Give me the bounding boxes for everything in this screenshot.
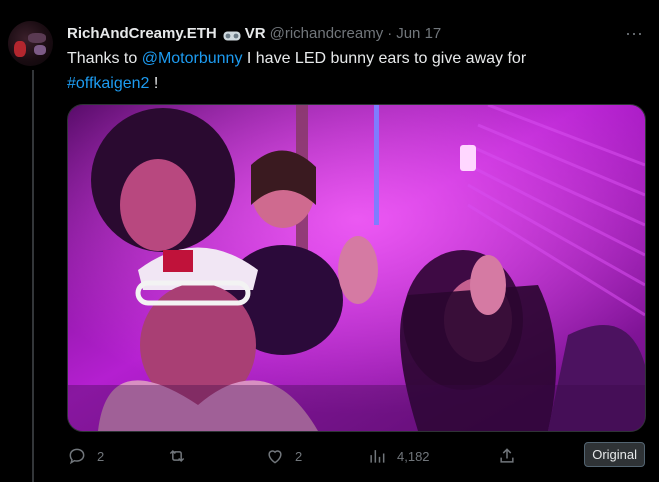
separator-dot: · <box>387 24 393 42</box>
avatar[interactable] <box>8 21 53 66</box>
views-icon <box>370 450 385 463</box>
reply-button[interactable]: 2 <box>67 441 104 471</box>
display-name[interactable]: RichAndCreamy.ETH <box>67 25 217 42</box>
like-count: 2 <box>295 448 303 464</box>
reply-icon <box>69 448 85 465</box>
avatar-shape <box>14 41 26 57</box>
tweet-text-prefix: Thanks to <box>67 50 142 67</box>
tweet-text-suffix: ! <box>149 75 159 92</box>
vr-goggles-icon <box>223 28 241 41</box>
like-icon <box>268 450 282 464</box>
tweet-photo[interactable] <box>67 104 646 432</box>
share-icon <box>500 448 514 463</box>
avatar-shape <box>34 45 46 55</box>
tweet-header: RichAndCreamy.ETH VR @richandcreamy · Ju… <box>67 22 647 44</box>
views-button[interactable]: 4,182 <box>367 441 430 471</box>
tweet-text-middle: I have LED bunny ears to give away for <box>242 50 527 67</box>
thread-line <box>32 70 34 482</box>
repost-icon <box>169 449 185 463</box>
repost-button[interactable] <box>167 441 197 471</box>
more-icon[interactable]: ··· <box>623 22 645 44</box>
photo-illustration <box>68 105 645 431</box>
view-count: 4,182 <box>397 448 430 464</box>
tweet-actions: 2 2 4,182 <box>67 441 644 471</box>
original-badge[interactable]: Original <box>584 442 645 467</box>
vr-label: VR <box>244 24 266 42</box>
tweet-date[interactable]: Jun 17 <box>396 25 441 42</box>
avatar-shape <box>28 33 46 43</box>
tweet-text: Thanks to @Motorbunny I have LED bunny e… <box>67 46 627 96</box>
hashtag-link[interactable]: #offkaigen2 <box>67 75 149 92</box>
mention-link[interactable]: @Motorbunny <box>142 50 243 67</box>
like-button[interactable]: 2 <box>265 441 302 471</box>
user-handle[interactable]: @richandcreamy <box>270 25 384 42</box>
reply-count: 2 <box>97 448 105 464</box>
share-button[interactable] <box>497 441 517 471</box>
